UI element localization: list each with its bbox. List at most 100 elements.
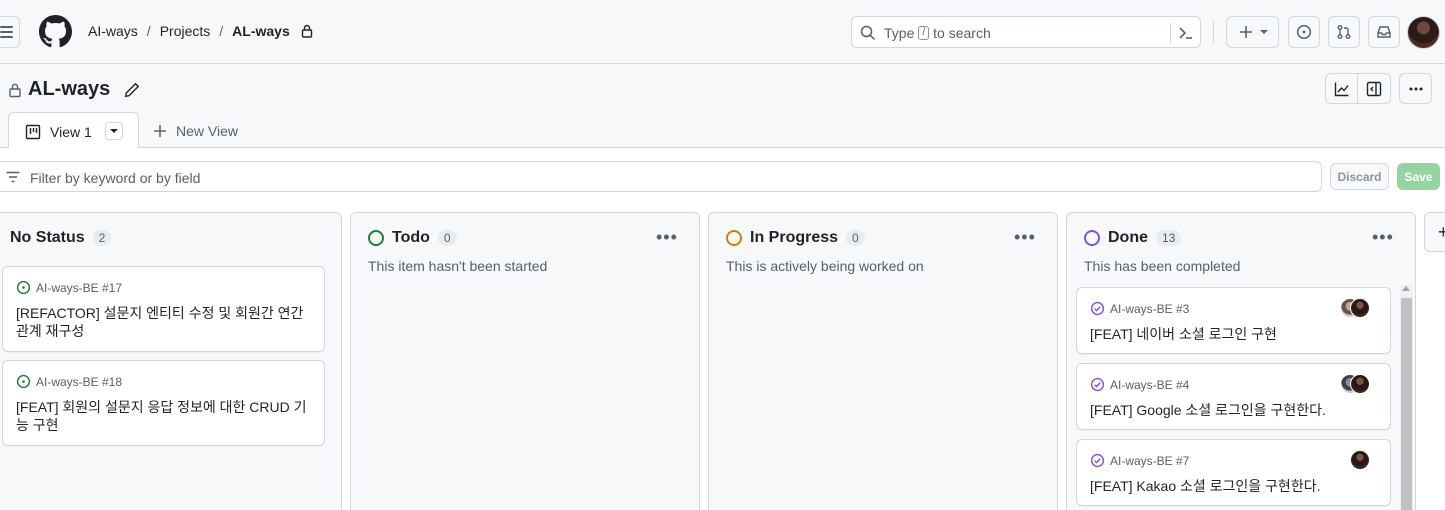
status-circle-icon (726, 230, 742, 246)
lock-icon (301, 24, 312, 38)
column-menu-icon[interactable]: ••• (1372, 227, 1394, 248)
filter-input[interactable]: Filter by keyword or by field (0, 161, 1322, 192)
avatar[interactable] (1350, 374, 1370, 394)
issue-opened-icon (16, 374, 31, 389)
status-circle-icon (368, 230, 384, 246)
lock-icon (9, 83, 21, 97)
card-repo-number[interactable]: AI-ways-BE #4 (1110, 378, 1189, 392)
card-reference: AI-ways-BE #4 (1090, 377, 1189, 392)
issue-closed-icon (1090, 377, 1105, 392)
inbox-icon (1377, 26, 1391, 38)
card-reference: AI-ways-BE #7 (1090, 453, 1189, 468)
avatar[interactable] (1350, 298, 1370, 318)
column-name: In Progress (750, 229, 839, 246)
triangle-down-icon (1259, 30, 1268, 34)
user-avatar[interactable] (1407, 16, 1440, 49)
breadcrumb-separator: / (146, 23, 151, 39)
pull-requests-button[interactable] (1328, 16, 1360, 48)
graph-icon (1334, 82, 1349, 96)
card-reference: AI-ways-BE #3 (1090, 301, 1189, 316)
issue-opened-icon (16, 280, 31, 295)
card[interactable]: AI-ways-BE #7 [FEAT] Kakao 소셜 로그인을 구현한다. (1076, 439, 1391, 506)
avatar[interactable] (1350, 450, 1370, 470)
column-header: In Progress 0 (726, 229, 865, 247)
card-title[interactable]: [FEAT] 네이버 소셜 로그인 구현 (1090, 325, 1380, 343)
project-title-row: AL-ways (8, 78, 140, 101)
column-header: No Status 2 (10, 229, 112, 247)
card-title[interactable]: [REFACTOR] 설문지 엔티티 수정 및 회원간 연간관계 재구성 (16, 304, 314, 340)
insights-button[interactable] (1325, 73, 1358, 104)
column-name: Done (1108, 229, 1148, 246)
divider (1213, 20, 1214, 44)
card-repo-number[interactable]: AI-ways-BE #17 (36, 281, 122, 295)
scroll-up-arrow-icon[interactable] (1402, 286, 1410, 291)
column-name: Todo (392, 229, 430, 246)
column-description: This is actively being worked on (726, 258, 924, 274)
card-title[interactable]: [FEAT] Google 소셜 로그인을 구현한다. (1090, 401, 1380, 419)
column-count: 2 (92, 230, 112, 246)
plus-icon (154, 125, 166, 137)
column-scrollbar-thumb[interactable] (1401, 298, 1412, 510)
new-view-label: New View (176, 123, 238, 139)
column-count: 0 (437, 230, 457, 246)
add-column-button[interactable]: + (1424, 212, 1445, 252)
column-no-status: No Status 2 AI-ways-BE #17 [REFACTOR] 설문… (0, 212, 342, 510)
card-title[interactable]: [FEAT] 회원의 설문지 응답 정보에 대한 CRUD 기능 구현 (16, 398, 314, 434)
column-done: Done 13 ••• This has been completed AI-w… (1066, 212, 1416, 510)
project-toolbar (1325, 73, 1432, 104)
card[interactable]: AI-ways-BE #17 [REFACTOR] 설문지 엔티티 수정 및 회… (2, 266, 325, 352)
status-circle-icon (1084, 230, 1100, 246)
issues-button[interactable] (1288, 16, 1320, 48)
search-placeholder-pre: Type (884, 25, 915, 41)
column-todo: Todo 0 ••• This item hasn't been started (350, 212, 700, 510)
issue-opened-icon (1296, 24, 1312, 40)
breadcrumb-project[interactable]: AL-ways (232, 23, 290, 39)
column-menu-icon[interactable]: ••• (1014, 227, 1036, 248)
card[interactable]: AI-ways-BE #3 [FEAT] 네이버 소셜 로그인 구현 (1076, 287, 1391, 354)
card-reference: AI-ways-BE #18 (16, 374, 122, 389)
tab-view-1[interactable]: View 1 (8, 112, 139, 148)
new-view-button[interactable]: New View (153, 123, 238, 139)
card-repo-number[interactable]: AI-ways-BE #18 (36, 375, 122, 389)
command-palette-icon[interactable] (1178, 25, 1194, 41)
search-icon (860, 25, 876, 41)
column-name: No Status (10, 229, 85, 246)
git-pull-request-icon (1337, 25, 1351, 39)
search-placeholder-post: to search (933, 25, 991, 41)
column-in-progress: In Progress 0 ••• This is actively being… (708, 212, 1058, 510)
card-title[interactable]: [FEAT] Kakao 소셜 로그인을 구현한다. (1090, 477, 1380, 495)
sidebar-expand-icon (1366, 81, 1382, 96)
view-options-dropdown[interactable] (105, 122, 123, 140)
create-new-button[interactable] (1226, 16, 1279, 48)
project-board-icon (25, 124, 41, 140)
card-repo-number[interactable]: AI-ways-BE #7 (1110, 454, 1189, 468)
menu-button[interactable] (0, 16, 20, 48)
divider (1170, 23, 1171, 43)
card[interactable]: AI-ways-BE #4 [FEAT] Google 소셜 로그인을 구현한다… (1076, 363, 1391, 430)
card-repo-number[interactable]: AI-ways-BE #3 (1110, 302, 1189, 316)
side-panel-button[interactable] (1358, 73, 1391, 104)
card-assignees (1340, 374, 1370, 394)
kebab-horizontal-icon (1409, 87, 1422, 90)
inbox-button[interactable] (1368, 16, 1400, 48)
column-menu-icon[interactable]: ••• (656, 227, 678, 248)
pencil-icon[interactable] (124, 82, 140, 98)
breadcrumb-projects[interactable]: Projects (160, 23, 211, 39)
save-button[interactable]: Save (1397, 163, 1440, 190)
card-assignees (1340, 298, 1370, 318)
more-options-button[interactable] (1399, 73, 1432, 104)
breadcrumb: AI-ways / Projects / AL-ways (88, 23, 313, 39)
column-count: 0 (846, 230, 865, 246)
search-input[interactable]: Type / to search (851, 16, 1201, 48)
breadcrumb-org[interactable]: AI-ways (88, 23, 138, 39)
plus-icon: + (1438, 222, 1445, 242)
search-shortcut-key: / (918, 26, 930, 40)
column-header: Todo 0 (368, 229, 457, 247)
card[interactable]: AI-ways-BE #18 [FEAT] 회원의 설문지 응답 정보에 대한 … (2, 360, 325, 446)
project-title: AL-ways (28, 78, 111, 100)
github-logo-icon[interactable] (39, 15, 72, 48)
column-count: 13 (1156, 230, 1182, 246)
discard-button[interactable]: Discard (1330, 163, 1389, 190)
triangle-down-icon (110, 129, 118, 133)
tab-label: View 1 (50, 124, 92, 140)
